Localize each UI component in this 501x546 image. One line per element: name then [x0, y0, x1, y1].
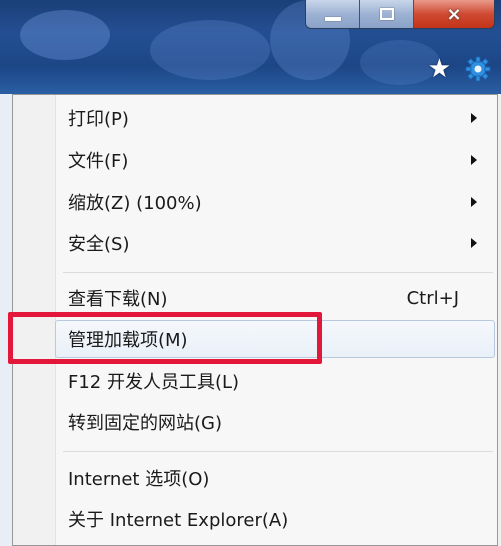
menu-item-pinned-sites[interactable]: 转到固定的网站(G) [13, 403, 497, 441]
menu-item-label: 管理加载项(M) [68, 330, 188, 351]
menu-item-about[interactable]: 关于 Internet Explorer(A) [13, 500, 497, 538]
tools-menu: 打印(P) 文件(F) 缩放(Z) (100%) 安全(S) 查看下载(N) C… [12, 94, 498, 546]
menu-item-label: 转到固定的网站(G) [68, 413, 222, 434]
menu-item-label: 查看下载(N) [68, 289, 168, 310]
submenu-arrow-icon [471, 197, 477, 207]
menu-item-manage-addons[interactable]: 管理加载项(M) [55, 320, 495, 358]
minimize-icon [324, 17, 341, 21]
menu-item-print[interactable]: 打印(P) [13, 99, 497, 137]
window-titlebar: × ★ [0, 0, 501, 94]
submenu-arrow-icon [471, 155, 477, 165]
maximize-icon [379, 8, 394, 20]
menu-item-file[interactable]: 文件(F) [13, 141, 497, 179]
gear-icon[interactable] [465, 56, 491, 82]
background-decoration [20, 10, 110, 60]
menu-item-label: 打印(P) [68, 109, 129, 130]
window-caption-buttons: × [305, 0, 495, 29]
menu-item-safety[interactable]: 安全(S) [13, 224, 497, 262]
submenu-arrow-icon [471, 238, 477, 248]
menu-item-label: 缩放(Z) (100%) [68, 193, 202, 214]
menu-item-label: F12 开发人员工具(L) [68, 372, 240, 393]
toolbar-icons: ★ [428, 56, 491, 82]
menu-item-zoom[interactable]: 缩放(Z) (100%) [13, 183, 497, 221]
menu-separator [63, 272, 493, 273]
menu-item-label: 关于 Internet Explorer(A) [68, 510, 289, 531]
minimize-button[interactable] [306, 0, 360, 28]
close-button[interactable]: × [414, 0, 494, 28]
menu-item-internet-options[interactable]: Internet 选项(O) [13, 459, 497, 497]
menu-item-label: Internet 选项(O) [68, 469, 210, 490]
submenu-arrow-icon [471, 113, 477, 123]
menu-item-f12-developer-tools[interactable]: F12 开发人员工具(L) [13, 362, 497, 400]
menu-item-label: 文件(F) [68, 151, 129, 172]
star-icon[interactable]: ★ [428, 56, 451, 82]
menu-separator [63, 451, 493, 452]
menu-item-view-downloads[interactable]: 查看下载(N) Ctrl+J [13, 279, 497, 317]
menu-item-shortcut: Ctrl+J [406, 287, 459, 309]
close-icon: × [446, 3, 462, 25]
background-decoration [150, 20, 270, 80]
menu-item-label: 安全(S) [68, 234, 130, 255]
maximize-button[interactable] [360, 0, 414, 28]
